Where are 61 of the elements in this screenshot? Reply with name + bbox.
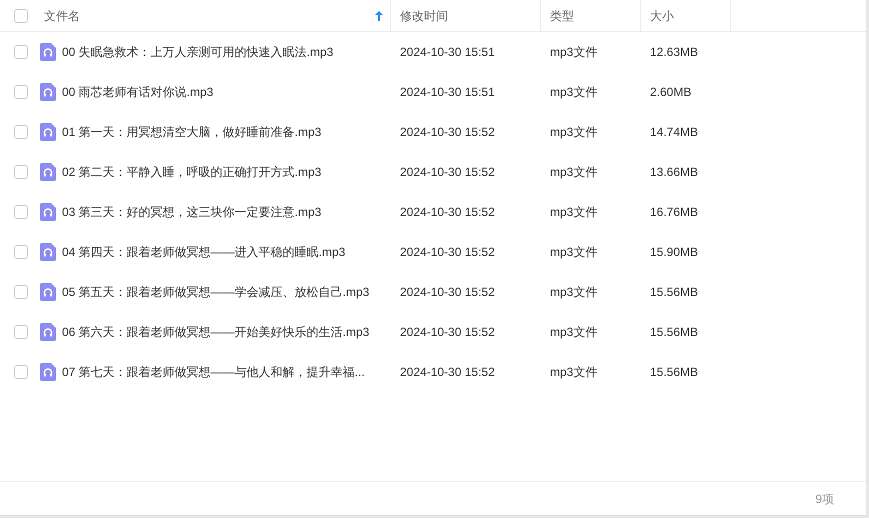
file-size: 14.74MB bbox=[650, 125, 698, 139]
file-name[interactable]: 01 第一天：用冥想清空大脑，做好睡前准备.mp3 bbox=[62, 123, 322, 141]
audio-file-icon bbox=[40, 123, 56, 141]
file-name[interactable]: 05 第五天：跟着老师做冥想——学会减压、放松自己.mp3 bbox=[62, 283, 370, 301]
checkbox[interactable] bbox=[14, 8, 28, 22]
modified-time: 2024-10-30 15:52 bbox=[400, 245, 495, 259]
checkbox[interactable] bbox=[14, 205, 28, 219]
modified-time: 2024-10-30 15:51 bbox=[400, 85, 495, 99]
file-type: mp3文件 bbox=[550, 285, 598, 299]
checkbox[interactable] bbox=[14, 325, 28, 339]
column-header[interactable]: 文件名 bbox=[44, 6, 375, 24]
modified-time: 2024-10-30 15:52 bbox=[400, 365, 495, 379]
item-count: 9项 bbox=[815, 490, 834, 508]
checkbox[interactable] bbox=[14, 45, 28, 59]
audio-file-icon bbox=[40, 323, 56, 341]
file-name[interactable]: 00 失眠急救术：上万人亲测可用的快速入眠法.mp3 bbox=[62, 43, 334, 61]
checkbox[interactable] bbox=[14, 365, 28, 379]
file-name[interactable]: 03 第三天：好的冥想，这三块你一定要注意.mp3 bbox=[62, 203, 322, 221]
file-type: mp3文件 bbox=[550, 245, 598, 259]
checkbox[interactable] bbox=[14, 85, 28, 99]
modified-time: 2024-10-30 15:52 bbox=[400, 205, 495, 219]
audio-file-icon bbox=[40, 203, 56, 221]
audio-file-icon bbox=[40, 283, 56, 301]
modified-time: 2024-10-30 15:51 bbox=[400, 45, 495, 59]
column-header[interactable]: 修改时间 bbox=[400, 6, 540, 24]
file-type: mp3文件 bbox=[550, 45, 598, 59]
file-name[interactable]: 04 第四天：跟着老师做冥想——进入平稳的睡眠.mp3 bbox=[62, 243, 346, 261]
file-name[interactable]: 07 第七天：跟着老师做冥想——与他人和解，提升幸福... bbox=[62, 363, 365, 381]
file-size: 15.90MB bbox=[650, 245, 698, 259]
column-header[interactable]: 类型 bbox=[550, 6, 640, 24]
file-type: mp3文件 bbox=[550, 325, 598, 339]
sort-up-icon[interactable] bbox=[375, 10, 383, 20]
column-header[interactable]: 大小 bbox=[650, 6, 730, 24]
file-size: 16.76MB bbox=[650, 205, 698, 219]
file-type: mp3文件 bbox=[550, 85, 598, 99]
audio-file-icon bbox=[40, 163, 56, 181]
audio-file-icon bbox=[40, 83, 56, 101]
file-size: 12.63MB bbox=[650, 45, 698, 59]
file-name[interactable]: 00 雨芯老师有话对你说.mp3 bbox=[62, 83, 214, 101]
file-name[interactable]: 06 第六天：跟着老师做冥想——开始美好快乐的生活.mp3 bbox=[62, 323, 370, 341]
audio-file-icon bbox=[40, 43, 56, 61]
modified-time: 2024-10-30 15:52 bbox=[400, 125, 495, 139]
checkbox[interactable] bbox=[14, 245, 28, 259]
file-type: mp3文件 bbox=[550, 125, 598, 139]
audio-file-icon bbox=[40, 243, 56, 261]
checkbox[interactable] bbox=[14, 165, 28, 179]
file-size: 15.56MB bbox=[650, 365, 698, 379]
file-type: mp3文件 bbox=[550, 205, 598, 219]
audio-file-icon bbox=[40, 363, 56, 381]
checkbox[interactable] bbox=[14, 285, 28, 299]
modified-time: 2024-10-30 15:52 bbox=[400, 325, 495, 339]
file-size: 2.60MB bbox=[650, 85, 692, 99]
file-type: mp3文件 bbox=[550, 165, 598, 179]
file-type: mp3文件 bbox=[550, 365, 598, 379]
file-name[interactable]: 02 第二天：平静入睡，呼吸的正确打开方式.mp3 bbox=[62, 163, 322, 181]
checkbox[interactable] bbox=[14, 125, 28, 139]
modified-time: 2024-10-30 15:52 bbox=[400, 165, 495, 179]
file-size: 15.56MB bbox=[650, 325, 698, 339]
file-size: 15.56MB bbox=[650, 285, 698, 299]
modified-time: 2024-10-30 15:52 bbox=[400, 285, 495, 299]
file-size: 13.66MB bbox=[650, 165, 698, 179]
